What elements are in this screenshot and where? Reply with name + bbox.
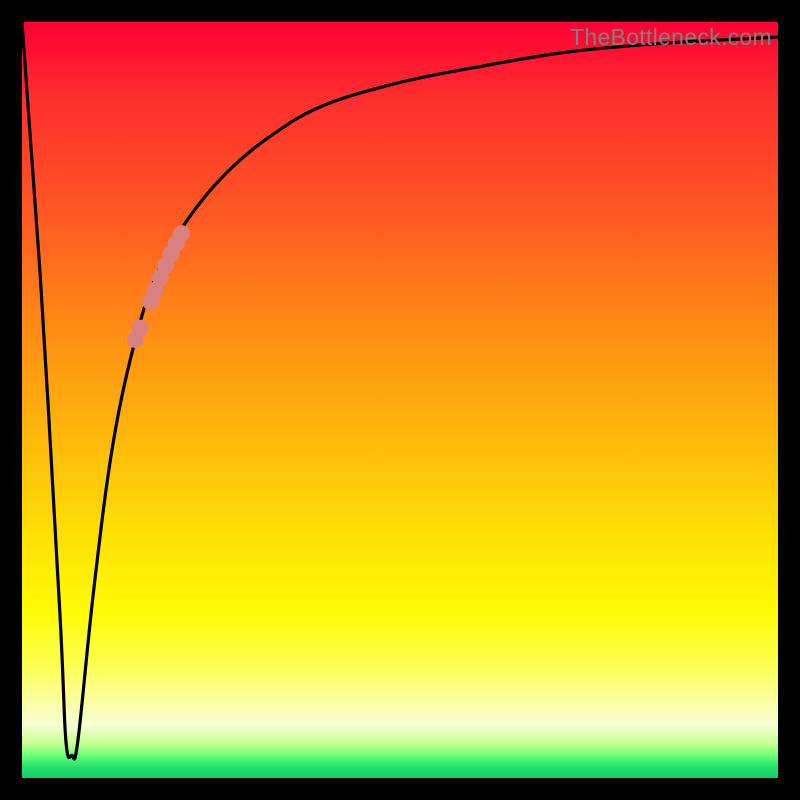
- highlight-dot: [131, 320, 148, 337]
- chart-frame: TheBottleneck.com: [0, 0, 800, 800]
- bottleneck-curve: [22, 22, 778, 759]
- watermark-text: TheBottleneck.com: [570, 24, 772, 51]
- highlight-dot: [173, 225, 190, 242]
- highlight-dots: [127, 225, 190, 348]
- plot-area: TheBottleneck.com: [22, 22, 778, 778]
- curve-layer: [22, 22, 778, 778]
